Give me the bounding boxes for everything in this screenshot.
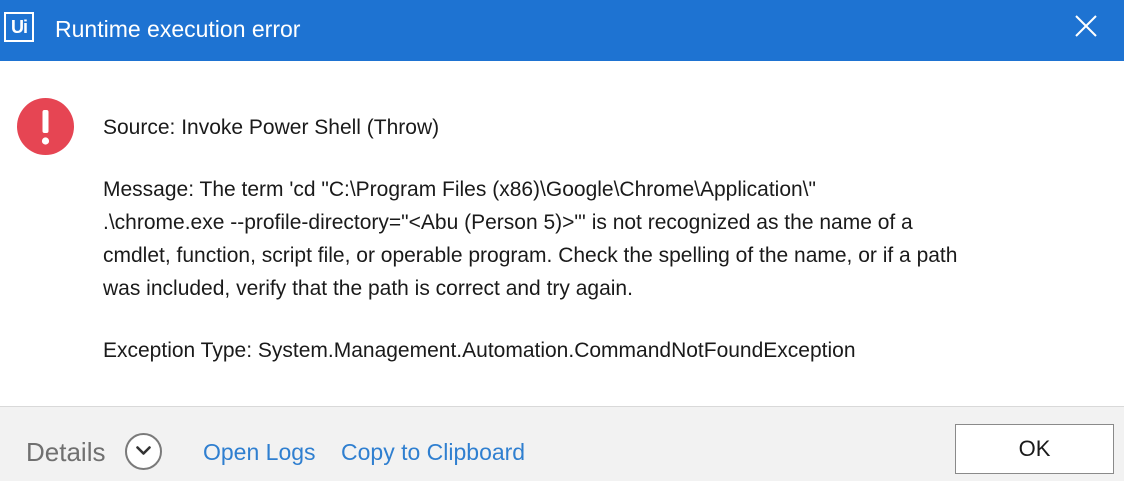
details-label: Details: [26, 437, 106, 467]
ok-button[interactable]: OK: [955, 424, 1114, 474]
open-logs-link[interactable]: Open Logs: [203, 436, 316, 468]
copy-to-clipboard-link[interactable]: Copy to Clipboard: [341, 436, 525, 468]
error-message-line: was included, verify that the path is co…: [103, 277, 633, 300]
close-icon: [1075, 15, 1097, 37]
error-source: Source: Invoke Power Shell (Throw): [103, 116, 440, 139]
error-message-line: cmdlet, function, script file, or operab…: [103, 244, 958, 267]
error-exclamation-icon: [17, 98, 74, 155]
uipath-logo: Ui: [4, 12, 34, 42]
chevron-down-icon: [136, 446, 151, 455]
close-button[interactable]: [1061, 5, 1111, 49]
title-bar: Ui Runtime execution error: [0, 0, 1124, 61]
error-message-line: .\chrome.exe --profile-directory="<Abu (…: [103, 211, 913, 234]
exception-type: Exception Type: System.Management.Automa…: [103, 339, 856, 362]
error-message-line: Message: The term 'cd "C:\Program Files …: [103, 178, 816, 201]
dialog-footer: Details Open Logs Copy to Clipboard OK: [0, 406, 1124, 481]
details-expand-button[interactable]: [125, 433, 162, 470]
window-title: Runtime execution error: [55, 16, 301, 42]
